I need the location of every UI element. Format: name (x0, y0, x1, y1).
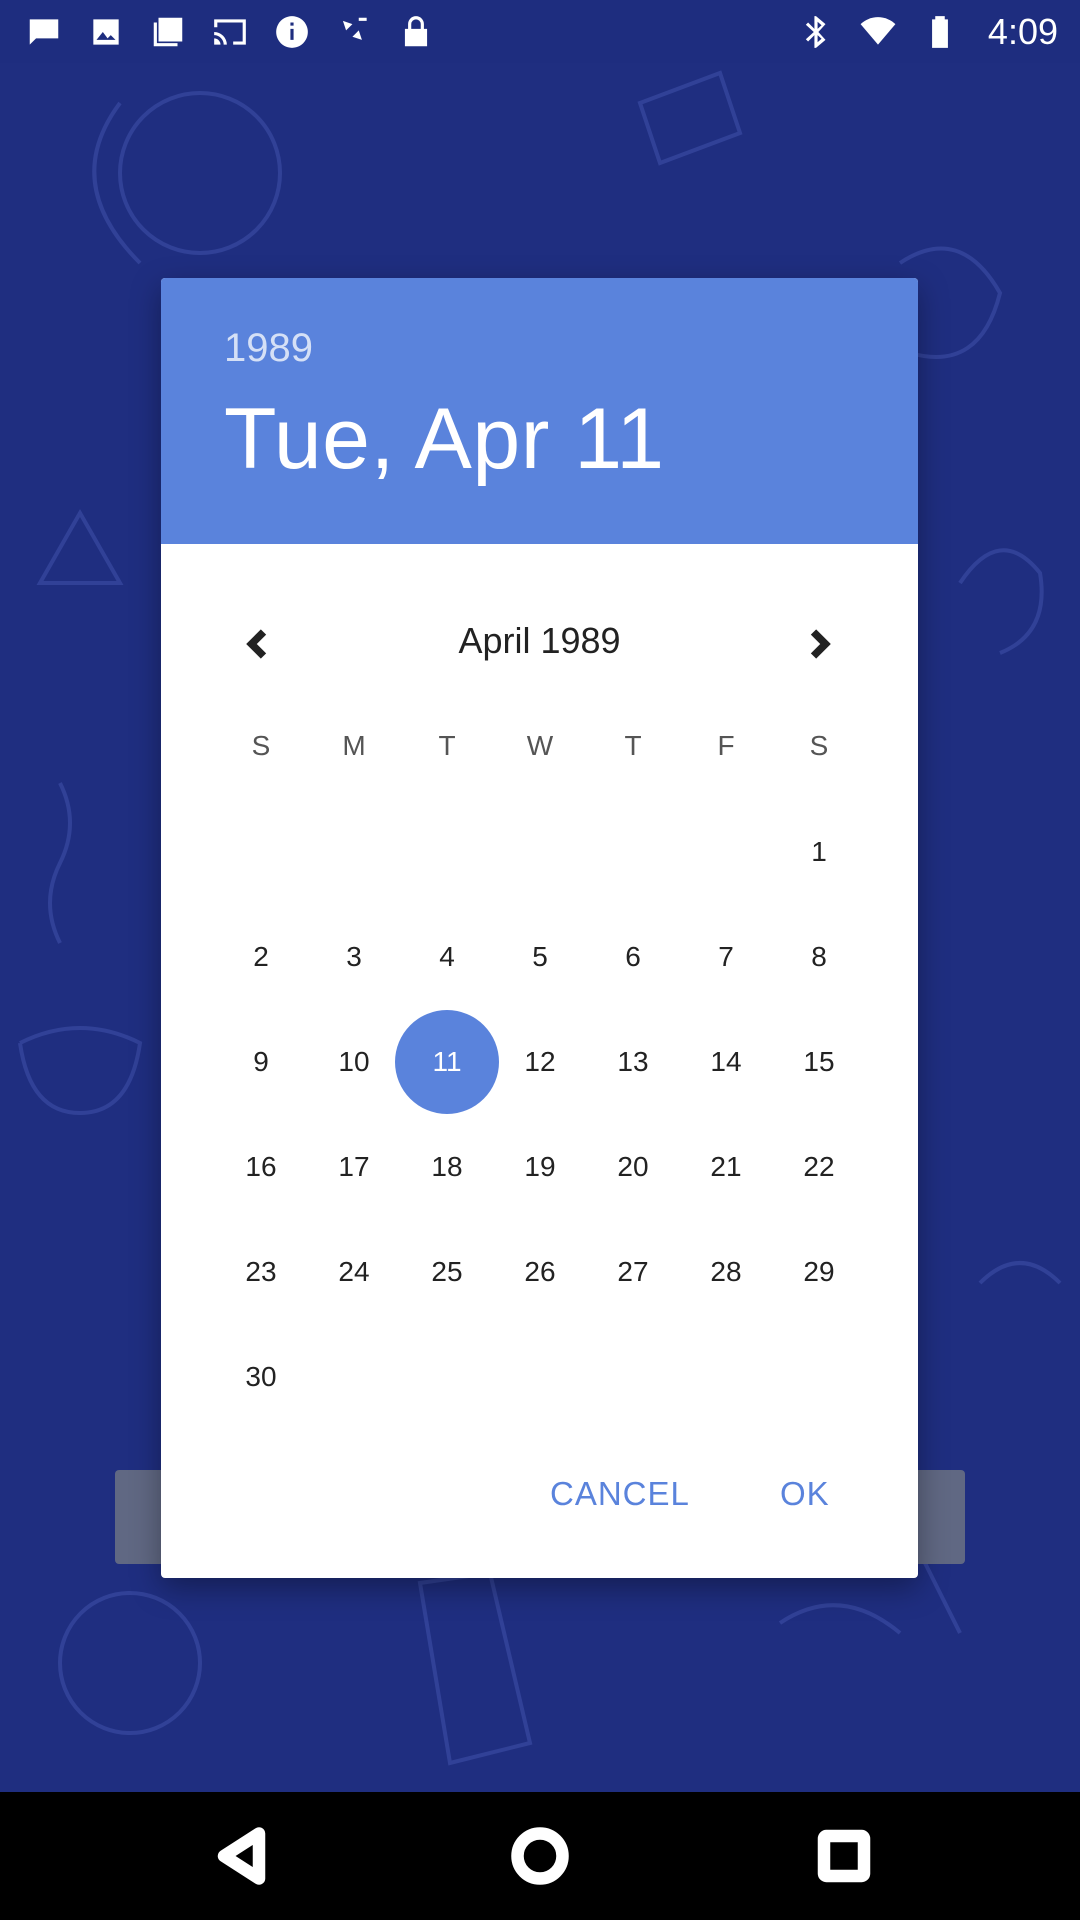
calendar-day[interactable]: 24 (302, 1220, 406, 1324)
weekday-label: T (624, 730, 642, 761)
calendar-day[interactable]: 7 (674, 905, 778, 1009)
ok-button[interactable]: OK (768, 1467, 842, 1521)
image-icon (86, 12, 126, 52)
calendar-day[interactable]: 18 (395, 1115, 499, 1219)
weekday-label: S (809, 730, 829, 761)
header-date[interactable]: Tue, Apr 11 (224, 390, 665, 489)
calendar-day[interactable]: 20 (581, 1115, 685, 1219)
calendar-day[interactable]: 27 (581, 1220, 685, 1324)
weekday-label: W (526, 730, 554, 761)
calendar-day[interactable]: 14 (674, 1010, 778, 1114)
recents-button[interactable] (814, 1826, 874, 1886)
message-icon (24, 12, 64, 52)
back-button[interactable] (214, 1826, 274, 1886)
recents-square-icon (817, 1829, 871, 1883)
calendar-day[interactable]: 15 (767, 1010, 871, 1114)
calendar-day[interactable]: 22 (767, 1115, 871, 1219)
calendar-day[interactable]: 8 (767, 905, 871, 1009)
calendar-day[interactable]: 2 (209, 905, 313, 1009)
calendar-day[interactable]: 21 (674, 1115, 778, 1219)
status-time: 4:09 (987, 10, 1058, 52)
status-bar: 4:09 (0, 0, 1080, 63)
weekday-label: F (717, 730, 735, 761)
system-navigation-bar (0, 1792, 1080, 1920)
calendar-day[interactable]: 28 (674, 1220, 778, 1324)
fake-gps-icon (334, 12, 374, 52)
wifi-icon (858, 12, 898, 52)
calendar-day[interactable]: 26 (488, 1220, 592, 1324)
status-left-icons (24, 12, 436, 52)
header-year[interactable]: 1989 (224, 326, 313, 371)
home-button[interactable] (510, 1826, 570, 1886)
lock-icon (396, 12, 436, 52)
calendar-day[interactable]: 30 (209, 1325, 313, 1429)
calendar-day[interactable]: 12 (488, 1010, 592, 1114)
calendar-day[interactable]: 4 (395, 905, 499, 1009)
info-icon (272, 12, 312, 52)
weekday-label: S (251, 730, 271, 761)
cast-icon (210, 12, 250, 52)
calendar-day[interactable]: 23 (209, 1220, 313, 1324)
gallery-icon (148, 12, 188, 52)
chevron-right-icon (810, 629, 831, 659)
weekday-label: M (342, 730, 366, 761)
calendar-day[interactable]: 25 (395, 1220, 499, 1324)
calendar-day[interactable]: 3 (302, 905, 406, 1009)
calendar-day[interactable]: 10 (302, 1010, 406, 1114)
selected-day[interactable]: 11 (395, 1010, 499, 1114)
calendar-day[interactable]: 6 (581, 905, 685, 1009)
calendar-day[interactable]: 13 (581, 1010, 685, 1114)
back-triangle-icon (217, 1827, 266, 1885)
calendar-day[interactable]: 5 (488, 905, 592, 1009)
next-month-button[interactable] (788, 614, 848, 674)
calendar-day[interactable]: 16 (209, 1115, 313, 1219)
cancel-button[interactable]: CANCEL (538, 1467, 702, 1521)
calendar-day[interactable]: 19 (488, 1115, 592, 1219)
weekday-label: T (438, 730, 456, 761)
battery-icon (920, 12, 960, 52)
bluetooth-icon (796, 12, 836, 52)
calendar-day[interactable]: 9 (209, 1010, 313, 1114)
calendar-day[interactable]: 29 (767, 1220, 871, 1324)
date-picker-dialog: 1989 Tue, Apr 11 April 1989 S M T W T F … (161, 278, 918, 1578)
home-circle-icon (511, 1827, 569, 1885)
dialog-header: 1989 Tue, Apr 11 (161, 278, 918, 544)
calendar-day[interactable]: 1 (767, 800, 871, 904)
calendar-day[interactable]: 17 (302, 1115, 406, 1219)
month-navigation: April 1989 (161, 544, 918, 734)
status-right-icons: 4:09 (796, 11, 1058, 53)
